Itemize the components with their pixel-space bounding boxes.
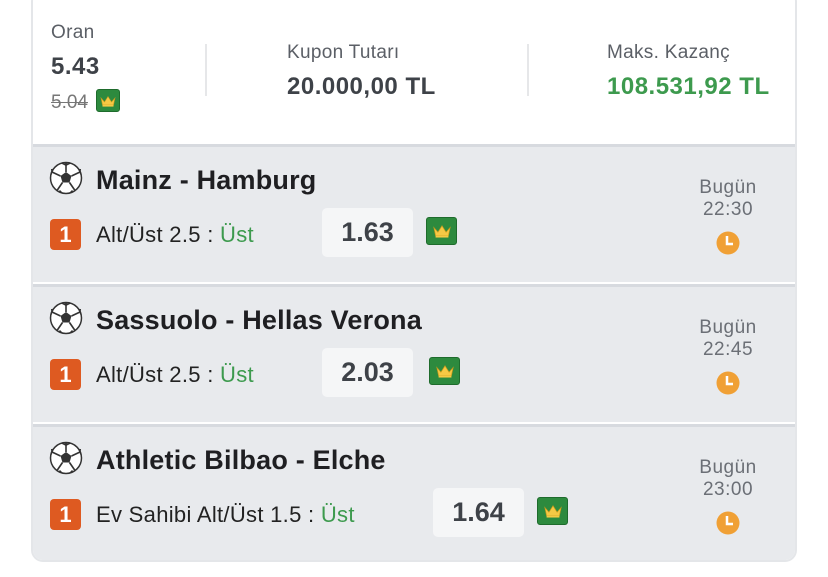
crown-icon <box>426 217 457 245</box>
soccer-ball-icon <box>49 441 83 475</box>
kickoff-time: Bugün 23:00 <box>683 457 773 535</box>
old-odds-row: 5.04 <box>51 89 121 114</box>
market-pick: Üst <box>220 362 254 387</box>
max-win-label: Maks. Kazanç <box>607 42 730 63</box>
kickoff-day: Bugün <box>699 177 757 198</box>
match-row[interactable]: Mainz - Hamburg 1 Alt/Üst 2.5 : Üst 1.63… <box>33 144 795 282</box>
match-row[interactable]: Athletic Bilbao - Elche 1 Ev Sahibi Alt/… <box>33 424 795 560</box>
market-text: Alt/Üst 2.5 : Üst <box>96 222 254 248</box>
max-win-value: 108.531,92 TL <box>607 73 770 100</box>
kickoff-hour: 22:30 <box>702 199 754 220</box>
kickoff-time: Bugün 22:45 <box>683 317 773 395</box>
soccer-ball-icon <box>49 301 83 335</box>
coupon-amount-label: Kupon Tutarı <box>287 42 400 63</box>
market-name: Alt/Üst 2.5 : <box>96 222 221 247</box>
crown-icon <box>96 89 121 112</box>
kickoff-hour: 23:00 <box>702 479 754 500</box>
summary-divider <box>527 44 529 96</box>
kickoff-time: Bugün 22:30 <box>683 177 773 255</box>
kickoff-hour: 22:45 <box>702 339 754 360</box>
selection-badge: 1 <box>50 499 81 530</box>
market-pick: Üst <box>220 222 254 247</box>
kickoff-day: Bugün <box>699 317 757 338</box>
market-text: Ev Sahibi Alt/Üst 1.5 : Üst <box>96 502 355 528</box>
soccer-ball-icon <box>49 161 83 195</box>
market-name: Alt/Üst 2.5 : <box>96 362 221 387</box>
match-teams: Sassuolo - Hellas Verona <box>96 305 422 335</box>
total-odds-value: 5.43 <box>51 53 100 80</box>
odds-label: Oran <box>51 22 95 43</box>
crown-icon <box>429 357 460 385</box>
crown-icon <box>537 497 568 525</box>
market-name: Ev Sahibi Alt/Üst 1.5 : <box>96 502 321 527</box>
market-text: Alt/Üst 2.5 : Üst <box>96 362 254 388</box>
match-odds[interactable]: 2.03 <box>322 348 413 397</box>
clock-icon <box>716 511 740 535</box>
old-odds-value: 5.04 <box>51 92 88 113</box>
match-row[interactable]: Sassuolo - Hellas Verona 1 Alt/Üst 2.5 :… <box>33 284 795 422</box>
market-pick: Üst <box>320 502 355 527</box>
bet-coupon-card: Oran 5.43 5.04 Kupon Tutarı 20.000,00 TL… <box>31 0 797 562</box>
clock-icon <box>716 371 740 395</box>
coupon-summary: Oran 5.43 5.04 Kupon Tutarı 20.000,00 TL… <box>33 0 795 146</box>
summary-divider <box>205 44 207 96</box>
selection-badge: 1 <box>50 359 81 390</box>
match-teams: Mainz - Hamburg <box>96 165 317 195</box>
coupon-amount-value: 20.000,00 TL <box>287 73 436 100</box>
match-teams: Athletic Bilbao - Elche <box>96 445 386 475</box>
match-odds[interactable]: 1.63 <box>322 208 413 257</box>
kickoff-day: Bugün <box>699 457 757 478</box>
match-odds[interactable]: 1.64 <box>433 488 524 537</box>
clock-icon <box>716 231 740 255</box>
selection-badge: 1 <box>50 219 81 250</box>
